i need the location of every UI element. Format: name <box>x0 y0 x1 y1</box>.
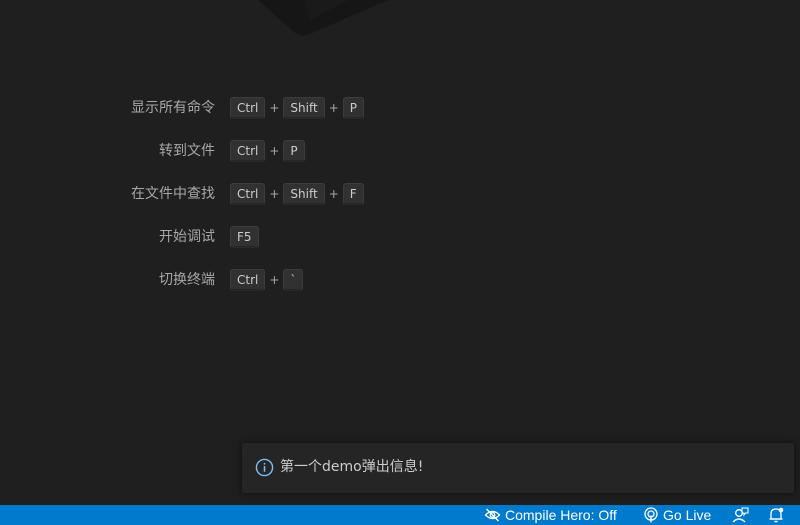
editor-area: 显示所有命令 Ctrl + Shift + P 转到文件 Ctrl + P 在文… <box>0 0 800 505</box>
shortcut-row-show-all-commands[interactable]: 显示所有命令 Ctrl + Shift + P <box>0 96 800 120</box>
key-separator: + <box>328 101 339 115</box>
status-feedback[interactable] <box>732 505 749 525</box>
key-cap: P <box>342 97 365 119</box>
keybinding: Ctrl + ` <box>230 269 304 291</box>
key-cap: Ctrl <box>230 183 266 205</box>
keybinding: F5 <box>230 226 259 248</box>
key-cap: F <box>342 183 364 205</box>
shortcut-row-start-debugging[interactable]: 开始调试 F5 <box>0 225 800 249</box>
shortcut-row-go-to-file[interactable]: 转到文件 Ctrl + P <box>0 139 800 163</box>
go-live-label: Go Live <box>663 507 712 523</box>
keybinding: Ctrl + P <box>230 140 305 162</box>
compile-hero-label: Compile Hero: Off <box>505 507 617 523</box>
keybinding: Ctrl + Shift + P <box>230 97 365 119</box>
feedback-icon <box>732 507 749 523</box>
notification-message: 第一个demo弹出信息! <box>280 459 424 475</box>
key-cap: Ctrl <box>230 269 266 291</box>
keybinding: Ctrl + Shift + F <box>230 183 364 205</box>
shortcut-row-toggle-terminal[interactable]: 切换终端 Ctrl + ` <box>0 268 800 292</box>
vscode-logo-watermark-icon <box>258 0 388 36</box>
bell-icon <box>769 507 784 523</box>
key-separator: + <box>269 144 280 158</box>
eye-off-icon <box>484 508 501 522</box>
key-cap: Ctrl <box>230 97 266 119</box>
key-cap: Ctrl <box>230 140 266 162</box>
status-compile-hero[interactable]: Compile Hero: Off <box>484 505 617 525</box>
key-cap: F5 <box>230 226 259 248</box>
notification-toast[interactable]: 第一个demo弹出信息! <box>242 443 794 493</box>
key-cap: Shift <box>283 183 325 205</box>
key-separator: + <box>269 101 280 115</box>
key-cap: P <box>283 140 305 162</box>
info-icon <box>255 458 274 477</box>
shortcut-label: 显示所有命令 <box>131 100 215 116</box>
key-separator: + <box>269 187 280 201</box>
shortcut-label: 切换终端 <box>159 272 215 288</box>
status-bar: Compile Hero: Off Go Live <box>0 505 800 525</box>
broadcast-icon <box>644 507 658 523</box>
shortcut-label: 转到文件 <box>159 143 215 159</box>
key-cap: ` <box>283 269 304 291</box>
shortcut-row-find-in-files[interactable]: 在文件中查找 Ctrl + Shift + F <box>0 182 800 206</box>
shortcut-label: 开始调试 <box>159 229 215 245</box>
shortcut-label: 在文件中查找 <box>131 186 215 202</box>
key-separator: + <box>328 187 339 201</box>
status-go-live[interactable]: Go Live <box>643 505 711 525</box>
status-notifications[interactable] <box>768 505 784 525</box>
key-cap: Shift <box>283 97 325 119</box>
key-separator: + <box>269 273 280 287</box>
